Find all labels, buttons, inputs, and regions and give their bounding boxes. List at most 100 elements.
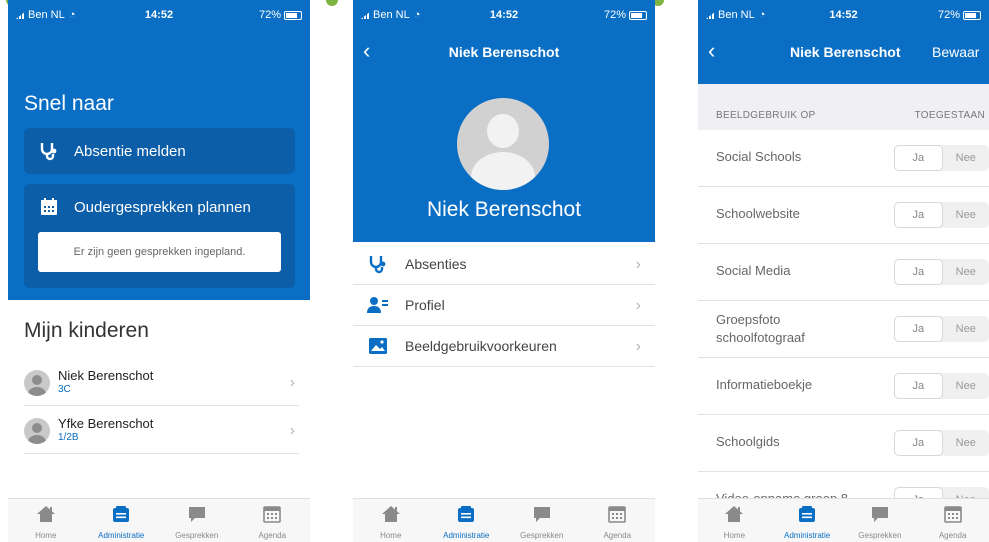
tab-label: Gesprekken bbox=[175, 531, 219, 540]
oudergesprekken-card[interactable]: Oudergesprekken plannen Er zijn geen ges… bbox=[24, 184, 295, 288]
preference-label: Groepsfoto schoolfotograaf bbox=[716, 312, 805, 345]
screenshot-canvas: Ben NL ◔ 14:52 72% Snel naar Absentie mel… bbox=[0, 0, 989, 542]
phone-screen-child: Ben NL ◔ 14:52 72% ‹ Niek Berenschot Niek… bbox=[353, 0, 655, 542]
tab-home[interactable]: Home bbox=[8, 499, 84, 542]
menu-item-profiel[interactable]: Profiel › bbox=[353, 285, 655, 326]
tab-gesprekken[interactable]: Gesprekken bbox=[504, 499, 580, 542]
calendar-icon bbox=[262, 505, 282, 528]
tab-administratie[interactable]: Administratie bbox=[771, 499, 844, 542]
chevron-right-icon: › bbox=[289, 374, 295, 391]
option-ja[interactable]: Ja bbox=[894, 316, 943, 342]
chat-bubble-icon bbox=[187, 505, 207, 528]
nav-title: Niek Berenschot bbox=[790, 44, 901, 60]
child-group: 1/2B bbox=[58, 432, 79, 443]
tab-label: Agenda bbox=[603, 531, 632, 540]
tab-label: Home bbox=[380, 531, 402, 540]
child-row[interactable]: Niek Berenschot 3C › bbox=[24, 360, 299, 406]
tab-bar: Home Administratie Gesprekken Agenda bbox=[698, 498, 989, 542]
battery-indicator: 72% bbox=[938, 9, 981, 21]
stethoscope-icon bbox=[38, 140, 60, 162]
back-chevron-icon[interactable]: ‹ bbox=[708, 38, 715, 64]
tab-administratie[interactable]: Administratie bbox=[84, 499, 160, 542]
status-bar: Ben NL ◔ 14:52 72% bbox=[8, 0, 310, 26]
status-bar: Ben NL ◔ 14:52 72% bbox=[353, 0, 655, 26]
nav-title: Niek Berenschot bbox=[448, 44, 560, 60]
home-icon bbox=[381, 505, 401, 528]
tab-administratie[interactable]: Administratie bbox=[429, 499, 505, 542]
tab-gesprekken[interactable]: Gesprekken bbox=[844, 499, 917, 542]
tab-label: Administratie bbox=[784, 531, 831, 540]
option-nee[interactable]: Nee bbox=[943, 202, 989, 228]
menu-item-label: Beeldgebruikvoorkeuren bbox=[405, 338, 557, 354]
menu-item-absenties[interactable]: Absenties › bbox=[353, 244, 655, 285]
menu-item-beeldgebruik[interactable]: Beeldgebruikvoorkeuren › bbox=[353, 326, 655, 367]
tab-label: Agenda bbox=[938, 531, 967, 540]
avatar bbox=[24, 370, 50, 396]
child-group: 3C bbox=[58, 384, 71, 395]
tab-agenda[interactable]: Agenda bbox=[916, 499, 989, 542]
child-name-heading: Niek Berenschot bbox=[426, 198, 582, 221]
page-title: Snel naar bbox=[24, 92, 114, 115]
battery-icon bbox=[284, 10, 302, 20]
battery-icon bbox=[963, 10, 981, 20]
option-ja[interactable]: Ja bbox=[894, 373, 943, 399]
preference-row: Social Schools Ja Nee bbox=[698, 130, 989, 187]
administratie-icon bbox=[797, 505, 817, 528]
option-nee[interactable]: Nee bbox=[943, 145, 989, 171]
chevron-right-icon: › bbox=[289, 422, 295, 439]
preferences-table-header: BEELDGEBRUIK OP TOEGESTAAN bbox=[698, 84, 989, 130]
tab-label: Agenda bbox=[258, 531, 287, 540]
child-name: Yfke Berenschot bbox=[58, 416, 154, 431]
option-ja[interactable]: Ja bbox=[894, 430, 943, 456]
yes-no-segmented-control: JaNee bbox=[894, 259, 989, 285]
column-header-allowed: TOEGESTAAN bbox=[914, 110, 985, 121]
administratie-icon bbox=[456, 505, 476, 528]
chat-bubble-icon bbox=[870, 505, 890, 528]
tab-label: Administratie bbox=[443, 531, 490, 540]
tab-agenda[interactable]: Agenda bbox=[235, 499, 311, 542]
preference-label: Informatieboekje bbox=[716, 377, 813, 392]
column-header-usage: BEELDGEBRUIK OP bbox=[716, 110, 816, 121]
chevron-right-icon: › bbox=[635, 297, 641, 314]
chevron-right-icon: › bbox=[635, 338, 641, 355]
avatar bbox=[24, 418, 50, 444]
absentie-melden-button[interactable]: Absentie melden bbox=[24, 128, 295, 174]
tab-label: Gesprekken bbox=[858, 531, 902, 540]
tab-label: Home bbox=[723, 531, 746, 540]
absentie-melden-label: Absentie melden bbox=[74, 142, 186, 160]
battery-indicator: 72% bbox=[259, 9, 302, 21]
child-row[interactable]: Yfke Berenschot 1/2B › bbox=[24, 408, 299, 454]
option-nee[interactable]: Nee bbox=[943, 259, 989, 285]
option-ja[interactable]: Ja bbox=[894, 202, 943, 228]
tab-label: Gesprekken bbox=[520, 531, 564, 540]
option-ja[interactable]: Ja bbox=[894, 145, 943, 171]
yes-no-segmented-control: JaNee bbox=[894, 202, 989, 228]
yes-no-segmented-control: JaNee bbox=[894, 145, 989, 171]
preference-row: Schoolgids Ja Nee bbox=[698, 415, 989, 472]
option-nee[interactable]: Nee bbox=[943, 373, 989, 399]
tab-label: Home bbox=[35, 531, 57, 540]
tab-bar: Home Administratie Gesprekken Agenda bbox=[8, 498, 310, 542]
option-nee[interactable]: Nee bbox=[943, 316, 989, 342]
preference-label: Schoolwebsite bbox=[716, 206, 800, 221]
option-nee[interactable]: Nee bbox=[943, 430, 989, 456]
chevron-right-icon: › bbox=[635, 256, 641, 273]
home-icon bbox=[36, 505, 56, 528]
section-title-kinderen: Mijn kinderen bbox=[24, 319, 149, 342]
home-icon bbox=[724, 505, 744, 528]
tab-agenda[interactable]: Agenda bbox=[580, 499, 656, 542]
save-button[interactable]: Bewaar bbox=[932, 44, 979, 60]
yes-no-segmented-control: JaNee bbox=[894, 430, 989, 456]
calendar-icon bbox=[38, 196, 60, 218]
profile-card-icon bbox=[367, 295, 389, 315]
battery-icon bbox=[629, 10, 647, 20]
tab-home[interactable]: Home bbox=[698, 499, 771, 542]
phone-screen-home: Ben NL ◔ 14:52 72% Snel naar Absentie mel… bbox=[8, 0, 310, 542]
tab-bar: Home Administratie Gesprekken Agenda bbox=[353, 498, 655, 542]
yes-no-segmented-control: JaNee bbox=[894, 373, 989, 399]
tab-home[interactable]: Home bbox=[353, 499, 429, 542]
menu-item-label: Absenties bbox=[405, 256, 467, 272]
tab-gesprekken[interactable]: Gesprekken bbox=[159, 499, 235, 542]
option-ja[interactable]: Ja bbox=[894, 259, 943, 285]
yes-no-segmented-control: JaNee bbox=[894, 316, 989, 342]
